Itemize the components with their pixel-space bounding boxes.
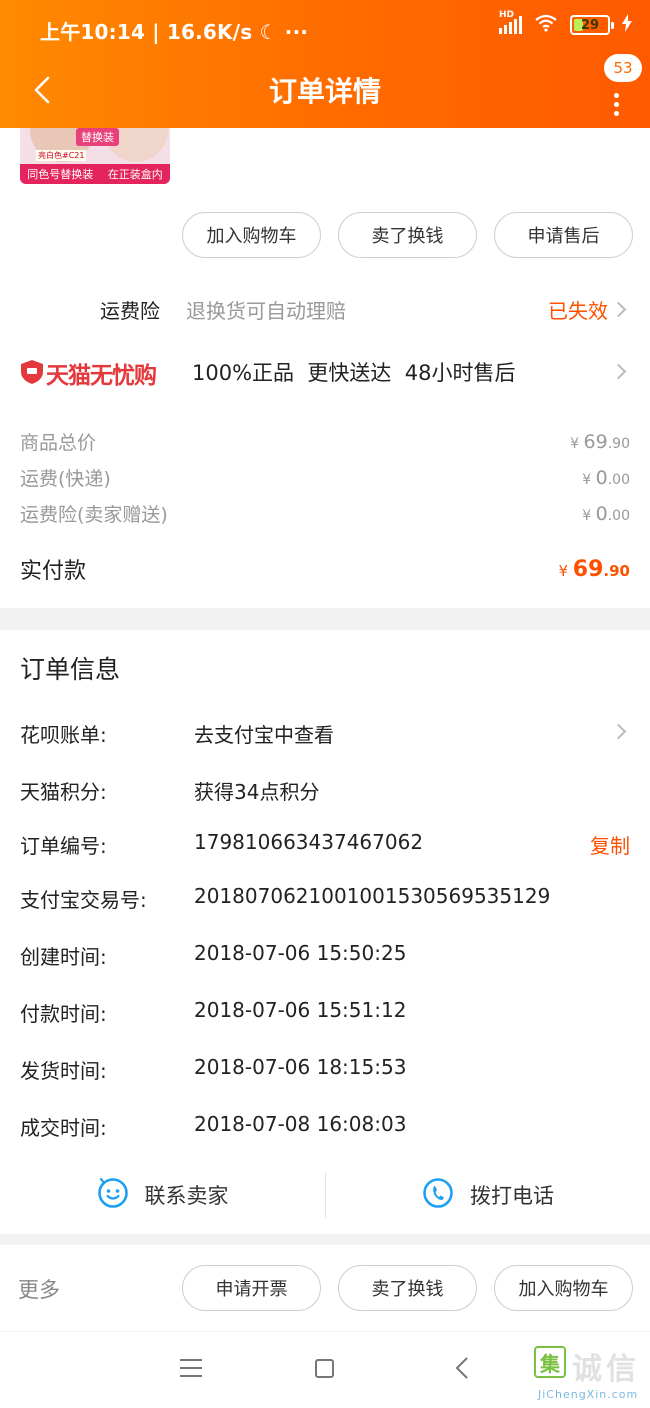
thumb-shade-label: 亮白色#C21 (36, 150, 87, 161)
info-label: 发货时间: (20, 1059, 107, 1083)
order-info-title: 订单信息 (20, 655, 121, 684)
info-value: 2018-07-06 18:15:53 (194, 1055, 407, 1079)
info-label: 天猫积分: (20, 780, 107, 804)
add-to-cart-button[interactable]: 加入购物车 (494, 1265, 633, 1311)
more-dot-icon (613, 102, 619, 107)
phone-icon (422, 1177, 454, 1213)
hd-label: HD (499, 10, 515, 20)
resell-button[interactable]: 卖了换钱 (338, 1265, 477, 1311)
more-dot-icon (613, 111, 619, 116)
home-square-icon[interactable] (315, 1359, 334, 1378)
watermark-logo: 集 诚信 JiChengXin.com (534, 1344, 650, 1406)
after-sale-button[interactable]: 申请售后 (494, 212, 633, 258)
watermark-logo-box: 集 (534, 1346, 566, 1378)
insurance-status: 已失效 (548, 299, 608, 323)
info-value: 2018-07-06 15:51:12 (194, 998, 407, 1022)
battery-level: 29 (580, 17, 600, 33)
signal-icon: HD (499, 10, 522, 34)
info-label: 支付宝交易号: (20, 888, 147, 912)
info-label: 创建时间: (20, 945, 107, 969)
wifi-icon (534, 14, 558, 36)
info-value: 2018-07-08 16:08:03 (194, 1112, 407, 1136)
info-label: 付款时间: (20, 1002, 107, 1026)
price-row-goods: 商品总价 ¥ 69.90 (20, 430, 630, 455)
shipping-insurance-row[interactable]: 运费险 退换货可自动理赔 已失效 (0, 290, 650, 330)
paid-label: 实付款 (20, 559, 87, 584)
price-row-insurance: 运费险(卖家赠送) ¥ 0.00 (20, 502, 630, 527)
tmall-guarantee-row[interactable]: 天猫无忧购 100%正品 更快送达 48小时售后 (0, 350, 650, 394)
info-label: 订单编号: (20, 834, 107, 858)
insurance-label: 运费险 (100, 299, 160, 323)
copy-button[interactable]: 复制 (590, 830, 630, 859)
watermark-text: 诚信 (572, 1352, 640, 1387)
chat-face-icon (97, 1177, 129, 1213)
add-to-cart-button[interactable]: 加入购物车 (182, 212, 321, 258)
menu-icon[interactable] (180, 1359, 202, 1377)
status-time-speed: 上午10:14 | 16.6K/s ☾ ··· (40, 20, 309, 44)
status-bar: 上午10:14 | 16.6K/s ☾ ··· HD 29 (0, 0, 650, 60)
price-row-shipping: 运费(快递) ¥ 0.00 (20, 466, 630, 491)
nav-bar: 订单详情 53 (0, 54, 650, 128)
info-value: 获得34点积分 (194, 780, 320, 804)
huabei-bill-link[interactable]: 去支付宝中查看 (194, 719, 334, 748)
chevron-right-icon (610, 301, 627, 318)
page-title: 订单详情 (268, 75, 381, 108)
more-dot-icon (613, 93, 619, 98)
charging-icon (622, 14, 632, 36)
paid-amount-row: 实付款 ¥ 69.90 (20, 553, 630, 585)
message-count-badge[interactable]: 53 (604, 54, 642, 82)
more-label[interactable]: 更多 (18, 1274, 60, 1304)
app-header: 上午10:14 | 16.6K/s ☾ ··· HD 29 订单详情 53 (0, 0, 650, 128)
thumb-caption: 同色号替换装 在正装盒内 (20, 164, 170, 184)
paid-amount: ¥ 69.90 (558, 556, 630, 582)
battery-icon: 29 (570, 15, 614, 35)
info-label: 花呗账单: (20, 723, 107, 747)
product-thumbnail[interactable]: 替换装 亮白色#C21 同色号替换装 在正装盒内 (20, 128, 170, 184)
info-label: 成交时间: (20, 1116, 107, 1140)
info-value: 2018-07-06 15:50:25 (194, 941, 407, 965)
tmall-shield-icon (20, 359, 44, 389)
watermark-url: JiChengXin.com (538, 1388, 639, 1401)
tmall-brand: 天猫无忧购 (46, 363, 157, 389)
chevron-right-icon (610, 363, 627, 380)
request-invoice-button[interactable]: 申请开票 (182, 1265, 321, 1311)
call-phone-button[interactable]: 拨打电话 (326, 1170, 650, 1220)
back-triangle-icon[interactable] (455, 1356, 469, 1384)
order-number: 179810663437467062 (194, 830, 424, 854)
resell-button[interactable]: 卖了换钱 (338, 212, 477, 258)
contact-seller-button[interactable]: 联系卖家 (0, 1170, 325, 1220)
insurance-desc: 退换货可自动理赔 (186, 299, 346, 323)
info-value: 2018070621001001530569535129 (194, 884, 551, 908)
system-nav-bar: 集 诚信 JiChengXin.com (0, 1332, 650, 1408)
thumb-tag: 替换装 (76, 128, 119, 146)
tmall-features: 100%正品 更快送达 48小时售后 (192, 361, 516, 385)
status-icons: HD 29 (499, 10, 632, 36)
